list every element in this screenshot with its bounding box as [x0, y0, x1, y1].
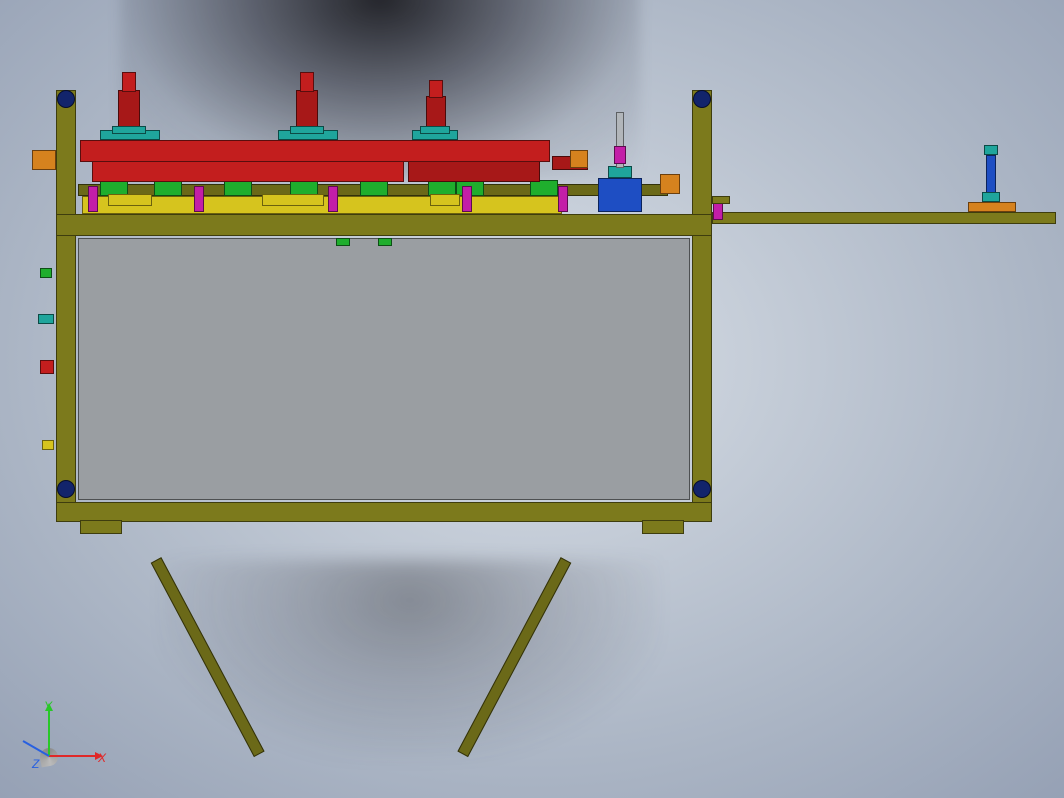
- tab-green-2: [378, 238, 392, 246]
- side-fitting-1: [38, 314, 54, 324]
- frame-right-post: [692, 90, 712, 522]
- axis-x-label: X: [98, 752, 106, 764]
- shelf-right: [712, 212, 1056, 224]
- pad-2: [154, 180, 182, 196]
- left-block: [32, 150, 56, 170]
- standoff-base: [982, 192, 1000, 202]
- leg-root-left: [80, 520, 122, 534]
- standoff-shaft: [986, 155, 996, 193]
- red-bar-lower-1: [92, 160, 404, 182]
- corner-bolt-tl: [57, 90, 75, 108]
- spacer-3: [328, 186, 338, 212]
- cylinder-2-cap: [300, 72, 314, 92]
- axis-z-label: Z: [32, 758, 39, 770]
- side-fitting-4: [42, 440, 54, 450]
- collar-1: [112, 126, 146, 134]
- tab-green-1: [336, 238, 350, 246]
- spacer-4: [462, 186, 472, 212]
- cylinder-1-cap: [122, 72, 136, 92]
- spacer-2: [194, 186, 204, 212]
- ambient-shadow-bottom: [160, 560, 660, 760]
- pad-3: [224, 180, 252, 196]
- red-bar-upper-1: [80, 140, 550, 162]
- corner-bolt-br: [693, 480, 711, 498]
- insert-2: [262, 194, 324, 206]
- corner-bolt-tr: [693, 90, 711, 108]
- cabinet-panel: [78, 238, 690, 500]
- collar-3: [420, 126, 450, 134]
- insert-1: [108, 194, 152, 206]
- leg-root-right: [642, 520, 684, 534]
- insert-3: [430, 194, 460, 206]
- side-fitting-2: [40, 360, 54, 374]
- blue-module-tip: [614, 146, 626, 164]
- corner-bolt-bl: [57, 480, 75, 498]
- cylinder-3-cap: [429, 80, 443, 98]
- axis-y: [48, 710, 50, 756]
- cad-viewport[interactable]: X Y Z: [0, 0, 1064, 798]
- axis-triad[interactable]: X Y Z: [40, 696, 110, 766]
- axis-x: [49, 755, 95, 757]
- pad-8: [530, 180, 558, 196]
- frame-bottom-rail: [56, 502, 712, 522]
- spacer-5: [558, 186, 568, 212]
- blue-module-body: [598, 178, 642, 212]
- right-block: [660, 174, 680, 194]
- spacer-1: [88, 186, 98, 212]
- frame-mid-rail: [56, 214, 712, 236]
- side-fitting-3: [40, 268, 52, 278]
- standoff-cap: [984, 145, 998, 155]
- frame-left-post: [56, 90, 76, 522]
- standoff-plate: [968, 202, 1016, 212]
- axis-y-label: Y: [44, 700, 52, 712]
- collar-2: [290, 126, 324, 134]
- mid-block: [570, 150, 588, 168]
- red-bar-lower-2: [408, 160, 540, 182]
- pad-5: [360, 180, 388, 196]
- shelf-bracket: [712, 196, 730, 204]
